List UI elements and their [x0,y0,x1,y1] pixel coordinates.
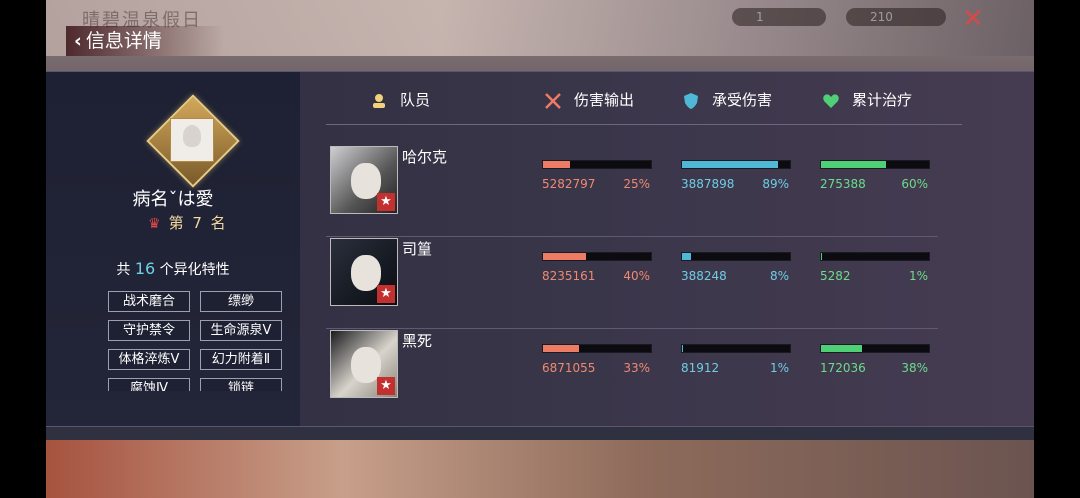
damage-percent: 40% [623,269,650,283]
heal-value: 275388 [820,177,866,191]
damage-bar [542,160,652,169]
header-heal-label: 累计治疗 [852,91,913,109]
shield-icon [684,92,698,109]
header-taken: 承受伤害 [682,89,772,110]
member-name: 司篁 [402,240,433,258]
damage-value: 5282797 [542,177,596,191]
star-icon: ★ [377,377,395,395]
damage-bar [542,344,652,353]
taken-value: 81912 [681,361,720,375]
back-label: 信息详情 [85,30,162,52]
taken-percent: 89% [762,177,789,191]
bottom-background [46,440,1034,498]
header-member-label: 队员 [400,91,431,109]
heal-bar-fill [821,253,823,260]
member-name: 哈尔克 [402,148,448,166]
stats-header: 队员 伤害输出 承受伤害 累计治疗 [326,72,962,125]
heal-percent: 38% [901,361,928,375]
crown-icon: ♛ [148,216,163,232]
taken-bar-fill [682,345,684,352]
heal-bar [820,252,930,261]
player-avatar [170,118,214,162]
counter-1: 1 [732,8,826,26]
traits-suffix: 个异化特性 [159,262,230,278]
trait-tag[interactable]: 缥缈 [200,291,282,312]
member-name: 黑死 [402,332,433,350]
member-avatar: ★ [330,330,398,398]
taken-percent: 8% [769,269,789,283]
counter-2: 210 [846,8,946,26]
damage-percent: 25% [623,177,650,191]
taken-percent: 1% [769,361,789,375]
player-rank: ♛ 第 7 名 [148,212,228,233]
header-damage: 伤害输出 [544,89,634,110]
traits-prefix: 共 [116,262,131,278]
player-name: 病名ˇは愛 [132,189,214,210]
taken-value: 388248 [681,269,727,283]
heal-bar [820,160,930,169]
damage-bar [542,252,652,261]
taken-bar [681,344,791,353]
close-icon[interactable]: ✕ [962,4,984,34]
member-row[interactable]: ★ 黑死 6871055 33% 81912 1% 172036 38% [326,328,938,420]
heal-percent: 60% [901,177,928,191]
trait-tag[interactable]: 生命源泉Ⅴ [200,320,282,341]
rank-label: 第 7 名 [168,214,228,232]
player-summary: 病名ˇは愛 ♛ 第 7 名 共 16 个异化特性 战术磨合 缥缈 守护禁令 生命源… [46,72,300,426]
header-member: 队员 [370,89,430,110]
star-icon: ★ [377,285,395,303]
heal-bar-fill [821,161,886,168]
damage-bar-fill [543,345,579,352]
taken-bar [681,252,791,261]
trait-tag[interactable]: 守护禁令 [108,320,190,341]
person-icon [373,93,385,108]
damage-value: 6871055 [542,361,596,375]
damage-percent: 33% [623,361,650,375]
star-icon: ★ [377,193,395,211]
back-button[interactable]: ‹ 信息详情 [66,26,224,56]
damage-value: 8235161 [542,269,596,283]
taken-bar-fill [682,253,691,260]
heart-icon [823,93,839,108]
chevron-left-icon: ‹ [74,30,82,52]
member-row[interactable]: ★ 司篁 8235161 40% 388248 8% 5282 1% [326,236,938,329]
damage-bar-fill [543,253,587,260]
traits-count: 16 [134,259,156,278]
heal-value: 172036 [820,361,866,375]
trait-tag[interactable]: 幻力附着Ⅱ [200,349,282,370]
damage-bar-fill [543,161,570,168]
taken-bar-fill [682,161,779,168]
traits-title: 共 16 个异化特性 [46,259,300,279]
trait-tag[interactable]: 锁链 [200,378,282,391]
header-heal: 累计治疗 [822,89,912,110]
taken-value: 3887898 [681,177,735,191]
heal-bar [820,344,930,353]
trait-tag[interactable]: 体格淬炼Ⅴ [108,349,190,370]
header-damage-label: 伤害输出 [574,91,635,109]
crossed-swords-icon [545,92,561,109]
member-avatar: ★ [330,146,398,214]
heal-percent: 1% [908,269,928,283]
member-row[interactable]: ★ 哈尔克 5282797 25% 3887898 89% 275388 60% [326,144,938,237]
heal-value: 5282 [820,269,851,283]
taken-bar [681,160,791,169]
member-avatar: ★ [330,238,398,306]
trait-tag[interactable]: 腐蚀Ⅳ [108,378,190,391]
traits-list[interactable]: 战术磨合 缥缈 守护禁令 生命源泉Ⅴ 体格淬炼Ⅴ 幻力附着Ⅱ 腐蚀Ⅳ 锁链 [108,291,288,391]
heal-bar-fill [821,345,863,352]
trait-tag[interactable]: 战术磨合 [108,291,190,312]
detail-panel: 病名ˇは愛 ♛ 第 7 名 共 16 个异化特性 战术磨合 缥缈 守护禁令 生命源… [46,71,1034,427]
header-taken-label: 承受伤害 [712,91,773,109]
